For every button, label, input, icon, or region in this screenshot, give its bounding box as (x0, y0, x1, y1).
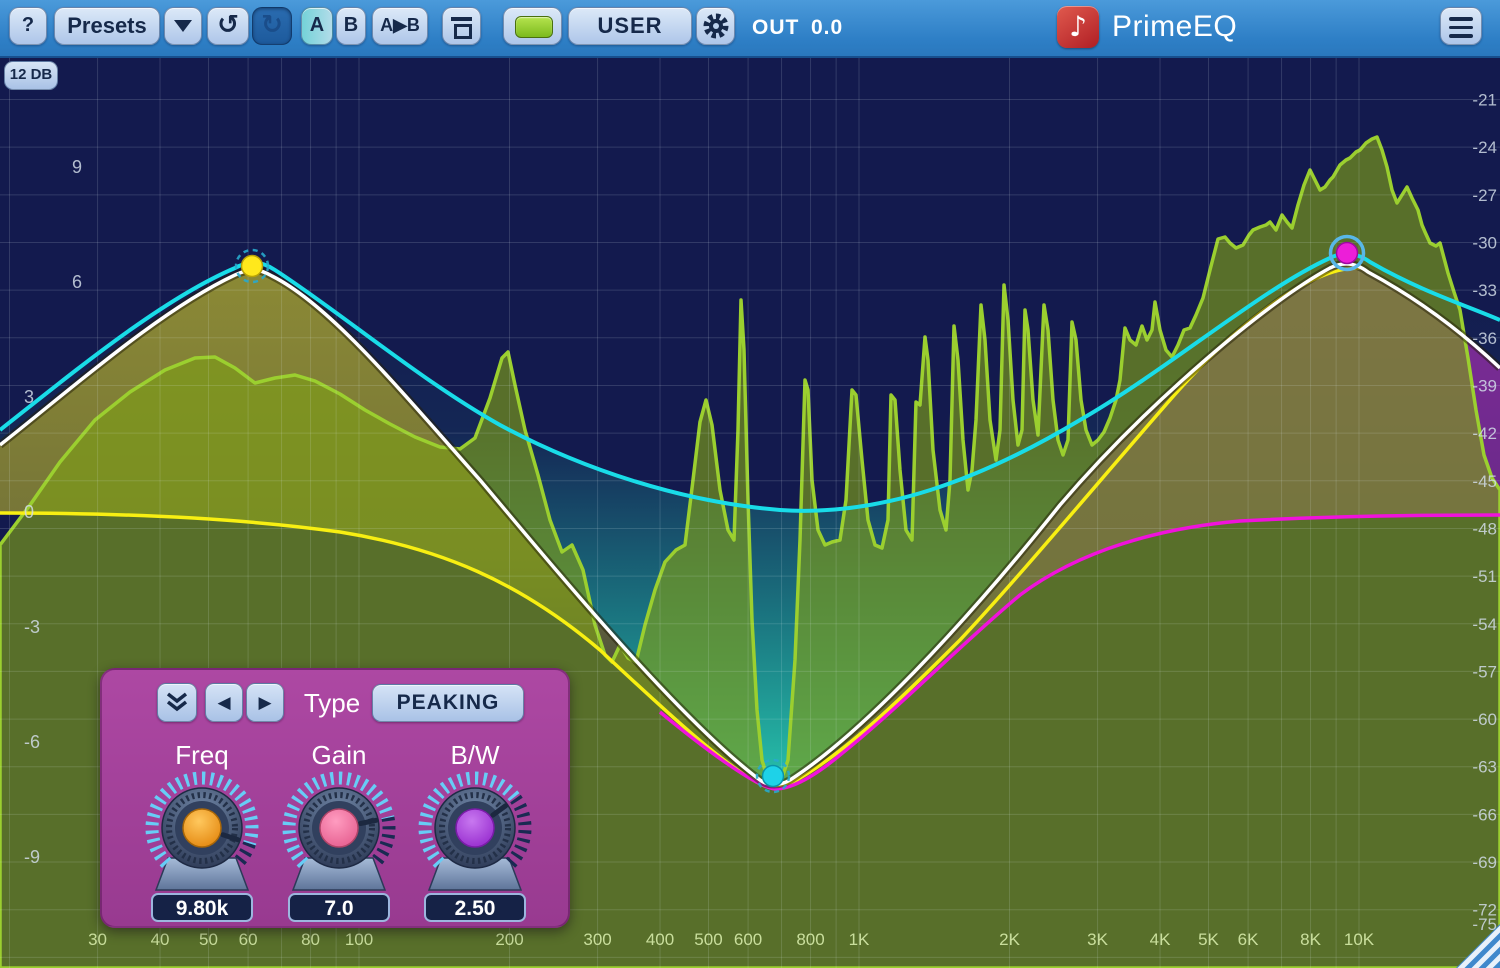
freq-tick-label: 200 (495, 930, 523, 949)
freq-value: 9.80k (176, 897, 229, 920)
voxengo-logo-icon: ♪ (1057, 6, 1099, 48)
next-band-button[interactable]: ▶ (246, 683, 284, 722)
right-db-label: -60 (1472, 710, 1497, 729)
out-label: OUT (752, 0, 799, 56)
presets-button[interactable]: Presets (54, 7, 160, 45)
freq-tick-label: 1K (849, 930, 870, 949)
freq-tick-label: 40 (151, 930, 170, 949)
filter-type-select[interactable]: PEAKING (372, 684, 524, 722)
gear-icon (701, 11, 731, 41)
knob-cap (183, 809, 221, 847)
freq-knob[interactable]: 9.80k (140, 766, 264, 924)
bw-knob[interactable]: 2.50 (413, 766, 537, 924)
primeeq-window: 9630-3-6-9-21-24-27-30-33-36-39-42-45-48… (0, 0, 1500, 968)
band-control-panel: ◀ ▶ Type PEAKING Freq Gain B/W (100, 668, 570, 928)
left-db-label: -9 (24, 847, 40, 867)
left-db-label: -6 (24, 732, 40, 752)
freq-tick-label: 5K (1198, 930, 1219, 949)
power-led-icon (515, 16, 553, 38)
left-db-label: -3 (24, 617, 40, 637)
preset-slot-field[interactable]: USER (568, 7, 692, 45)
gain-knob[interactable]: 7.0 (277, 766, 401, 924)
knob-arc-unlit (237, 843, 249, 863)
left-db-label: 0 (24, 502, 34, 522)
redo-button-disabled[interactable]: ↻ (252, 7, 292, 45)
ab-slot-b-button[interactable]: B (336, 7, 366, 45)
settings-button[interactable] (696, 7, 735, 45)
hamburger-menu-icon (1441, 8, 1481, 38)
main-menu-button[interactable] (1440, 7, 1482, 45)
collapse-panel-button[interactable] (157, 683, 197, 722)
gain-value: 7.0 (324, 897, 353, 920)
freq-tick-label: 8K (1300, 930, 1321, 949)
freq-tick-label: 100 (345, 930, 373, 949)
right-db-label: -48 (1472, 519, 1497, 538)
right-db-label: -39 (1472, 376, 1497, 395)
type-label: Type (292, 688, 372, 719)
chevron-down-icon (174, 20, 192, 32)
right-db-label: -45 (1472, 472, 1497, 491)
freq-tick-label: 600 (734, 930, 762, 949)
knob-pointer (361, 820, 377, 823)
left-db-label: 3 (24, 387, 34, 407)
right-db-label: -24 (1472, 138, 1497, 157)
triangle-right-icon: ▶ (258, 693, 271, 712)
db-range-button[interactable]: 12 DB (4, 61, 58, 90)
copy-a-to-b-button[interactable]: A▶B (372, 7, 428, 45)
freq-tick-label: 30 (88, 930, 107, 949)
knob-cap (456, 809, 494, 847)
presets-dropdown-button[interactable] (164, 7, 202, 45)
bw-value: 2.50 (455, 897, 496, 920)
freq-tick-label: 500 (694, 930, 722, 949)
chevron-double-down-icon (163, 688, 191, 716)
ab-slot-a-button[interactable]: A (301, 7, 333, 45)
freq-tick-label: 800 (796, 930, 824, 949)
freq-tick-label: 400 (646, 930, 674, 949)
help-button[interactable]: ? (9, 7, 47, 45)
right-db-label: -69 (1472, 853, 1497, 872)
right-db-label: -51 (1472, 567, 1497, 586)
right-db-label: -54 (1472, 615, 1497, 634)
right-db-label: -42 (1472, 424, 1497, 443)
app-title: PrimeEQ (1112, 0, 1237, 56)
bypass-led-button[interactable] (503, 7, 562, 45)
knob-cap (320, 809, 358, 847)
freq-tick-label: 3K (1087, 930, 1108, 949)
left-db-label: 6 (72, 272, 82, 292)
toolbar: ? Presets ↺ ↻ A B A▶B USER OUT 0.0 ♪ Pri… (0, 0, 1500, 58)
right-db-label: -63 (1472, 758, 1497, 777)
right-db-label: -36 (1472, 329, 1497, 348)
freq-tick-label: 80 (301, 930, 320, 949)
freq-tick-label: 300 (583, 930, 611, 949)
prev-band-button[interactable]: ◀ (205, 683, 243, 722)
flatten-window-icon (451, 17, 472, 35)
freq-tick-label: 60 (239, 930, 258, 949)
right-db-label: -21 (1472, 91, 1497, 110)
freq-tick-label: 4K (1150, 930, 1171, 949)
freq-tick-label: 50 (199, 930, 218, 949)
right-db-label: -27 (1472, 186, 1497, 205)
out-value[interactable]: 0.0 (811, 0, 843, 56)
triangle-left-icon: ◀ (217, 693, 230, 712)
undo-button[interactable]: ↺ (207, 7, 249, 45)
right-db-label: -66 (1472, 805, 1497, 824)
freq-tick-label: 6K (1238, 930, 1259, 949)
freq-tick-label: 2K (999, 930, 1020, 949)
right-db-label: -57 (1472, 662, 1497, 681)
freq-tick-label: 10K (1344, 930, 1375, 949)
right-db-label: -33 (1472, 281, 1497, 300)
right-db-label: -30 (1472, 233, 1497, 252)
left-db-label: 9 (72, 157, 82, 177)
window-layout-button[interactable] (442, 7, 481, 45)
